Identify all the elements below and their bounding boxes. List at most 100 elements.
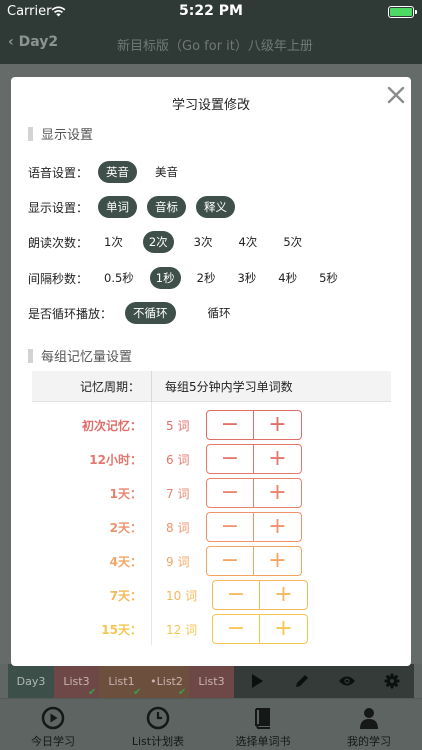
plus-button[interactable]: + xyxy=(254,445,301,473)
memory-count: 6 词 xyxy=(166,453,190,467)
book-icon xyxy=(255,708,270,729)
interval-option[interactable]: 4秒 xyxy=(272,267,303,289)
list-progress-bar: Day3 List3 ✔ List1 ✔ •List2 ✔ List3 xyxy=(8,664,414,698)
memory-count: 8 词 xyxy=(166,521,190,535)
list-chip[interactable]: List3 ✔ xyxy=(54,664,99,698)
read-count-option[interactable]: 4次 xyxy=(232,231,263,253)
minus-button[interactable]: − xyxy=(207,547,254,575)
count-stepper: − + xyxy=(206,444,302,474)
settings-modal: 学习设置修改 显示设置 语音设置： 英音 美音 显示设置： 单词 音标 释义 朗… xyxy=(11,77,411,666)
plus-button[interactable]: + xyxy=(254,411,301,439)
list-chip[interactable]: List3 xyxy=(189,664,234,698)
count-stepper: − + xyxy=(206,512,302,542)
tab-choose-book[interactable]: 选择单词书 xyxy=(213,706,313,749)
display-option-meaning[interactable]: 释义 xyxy=(196,196,235,218)
memory-period: 初次记忆： xyxy=(81,419,142,433)
list-label: List1 xyxy=(108,674,135,688)
settings-button[interactable] xyxy=(369,664,414,698)
tab-label: List计划表 xyxy=(131,735,185,748)
tab-my-study[interactable]: 我的学习 xyxy=(319,706,419,749)
plus-button[interactable]: + xyxy=(260,581,307,609)
memory-row: 2天： 8 词 − + xyxy=(32,512,402,542)
count-stepper: − + xyxy=(206,410,302,440)
read-count-option[interactable]: 2次 xyxy=(142,231,174,253)
memory-count: 10 词 xyxy=(166,589,198,603)
memory-row: 7天： 10 词 − + xyxy=(32,580,402,610)
display-setting-row: 显示设置： 单词 音标 释义 xyxy=(28,196,245,218)
memory-count: 7 词 xyxy=(166,487,190,501)
display-setting-label: 显示设置： xyxy=(28,200,89,215)
pencil-icon xyxy=(295,675,308,687)
tab-bar: 今日学习 List计划表 选择单词书 我的学习 xyxy=(0,698,422,750)
minus-button[interactable]: − xyxy=(207,445,254,473)
loop-row: 是否循环播放： 不循环 循环 xyxy=(28,302,249,324)
count-stepper: − + xyxy=(212,580,308,610)
voice-option-uk[interactable]: 英音 xyxy=(98,161,137,183)
play-circle-icon xyxy=(41,706,65,730)
plus-button[interactable]: + xyxy=(254,547,301,575)
count-stepper: − + xyxy=(206,546,302,576)
tab-list-plan[interactable]: List计划表 xyxy=(108,706,208,749)
minus-button[interactable]: − xyxy=(207,411,254,439)
memory-count: 5 词 xyxy=(166,419,190,433)
back-button[interactable]: ‹ Day2 xyxy=(8,34,58,50)
period-header: 记忆周期： xyxy=(79,380,140,394)
voice-option-us[interactable]: 美音 xyxy=(147,161,186,183)
edit-button[interactable] xyxy=(279,664,324,698)
memory-count: 12 词 xyxy=(166,623,198,637)
list-chip[interactable]: List1 ✔ xyxy=(99,664,144,698)
loop-label: 是否循环播放： xyxy=(28,306,113,321)
interval-option[interactable]: 5秒 xyxy=(313,267,344,289)
plus-button[interactable]: + xyxy=(254,479,301,507)
list-label: List3 xyxy=(198,674,225,688)
back-label: Day2 xyxy=(18,34,59,50)
minus-button[interactable]: − xyxy=(207,513,254,541)
minus-button[interactable]: − xyxy=(213,581,260,609)
interval-option[interactable]: 1秒 xyxy=(149,267,181,289)
plus-button[interactable]: + xyxy=(260,615,307,643)
list-label: •List2 xyxy=(150,674,183,688)
view-button[interactable] xyxy=(324,664,369,698)
section-display-settings: 显示设置 xyxy=(28,124,93,143)
interval-label: 间隔秒数： xyxy=(28,271,89,286)
interval-option[interactable]: 3秒 xyxy=(231,267,262,289)
play-button[interactable] xyxy=(234,664,279,698)
gear-icon xyxy=(384,673,399,689)
memory-row: 4天： 9 词 − + xyxy=(32,546,402,576)
memory-count: 9 词 xyxy=(166,555,190,569)
modal-title: 学习设置修改 xyxy=(171,98,250,113)
day-chip[interactable]: Day3 xyxy=(8,664,54,698)
clock-icon xyxy=(146,706,170,730)
memory-row: 初次记忆： 5 词 − + xyxy=(32,410,402,440)
memory-period: 4天： xyxy=(109,555,142,569)
tab-today[interactable]: 今日学习 xyxy=(3,706,103,749)
loop-option-no[interactable]: 不循环 xyxy=(125,302,176,324)
count-stepper: − + xyxy=(206,478,302,508)
play-icon xyxy=(251,674,263,688)
interval-row: 间隔秒数： 0.5秒 1秒 2秒 3秒 4秒 5秒 xyxy=(28,267,344,289)
minus-button[interactable]: − xyxy=(207,479,254,507)
memory-period: 12小时： xyxy=(89,453,142,467)
minus-button[interactable]: − xyxy=(213,615,260,643)
read-count-option[interactable]: 5次 xyxy=(277,231,308,253)
section-memory-settings: 每组记忆量设置 xyxy=(28,346,132,365)
read-count-option[interactable]: 3次 xyxy=(188,231,219,253)
memory-period: 15天： xyxy=(101,623,142,637)
voice-setting-row: 语音设置： 英音 美音 xyxy=(28,161,196,183)
display-option-word[interactable]: 单词 xyxy=(98,196,137,218)
count-stepper: − + xyxy=(212,614,308,644)
memory-period: 7天： xyxy=(109,589,142,603)
check-icon: ✔ xyxy=(178,687,187,698)
interval-option[interactable]: 0.5秒 xyxy=(98,267,140,289)
memory-row: 1天： 7 词 − + xyxy=(32,478,402,508)
close-icon[interactable] xyxy=(386,85,406,105)
read-count-row: 朗读次数： 1次 2次 3次 4次 5次 xyxy=(28,231,322,253)
display-option-phonetic[interactable]: 音标 xyxy=(147,196,186,218)
interval-option[interactable]: 2秒 xyxy=(191,267,222,289)
read-count-option[interactable]: 1次 xyxy=(98,231,129,253)
count-header: 每组5分钟内学习单词数 xyxy=(165,380,293,394)
loop-option-yes[interactable]: 循环 xyxy=(200,302,239,324)
memory-row: 15天： 12 词 − + xyxy=(32,614,402,644)
plus-button[interactable]: + xyxy=(254,513,301,541)
list-chip[interactable]: •List2 ✔ xyxy=(144,664,189,698)
